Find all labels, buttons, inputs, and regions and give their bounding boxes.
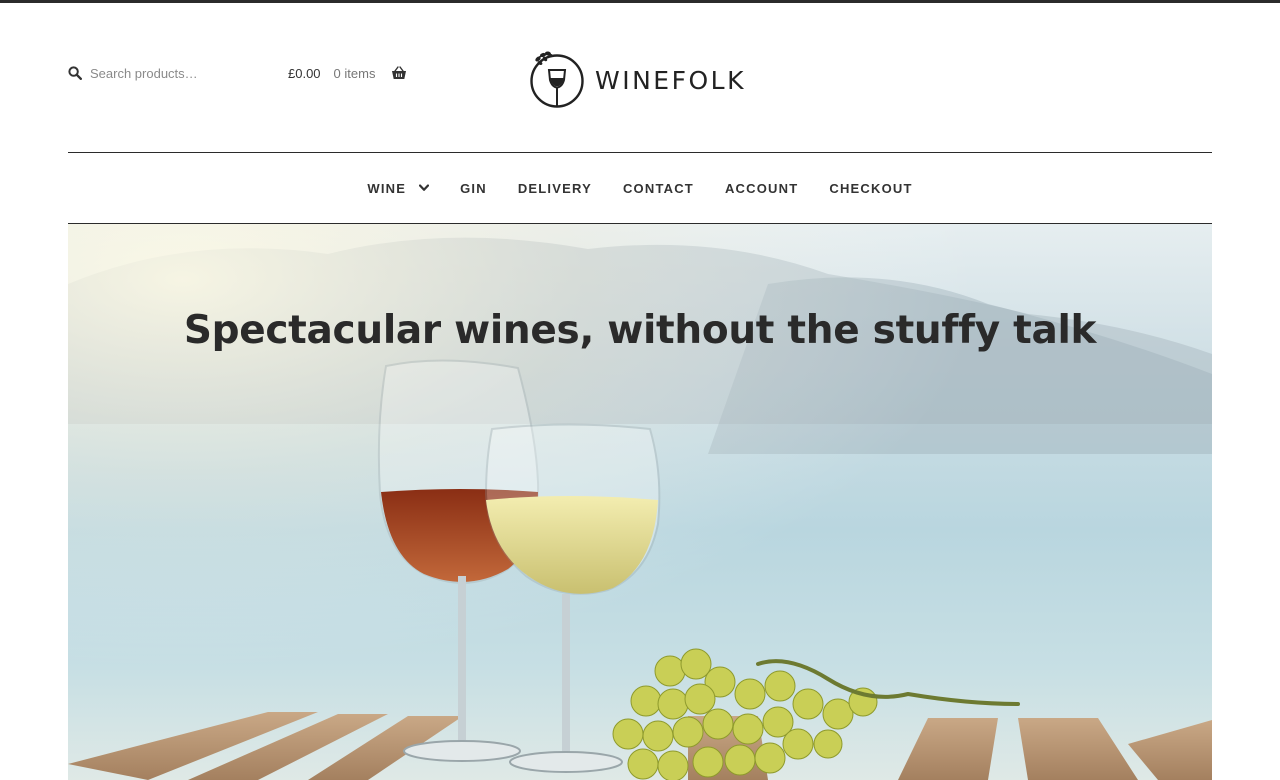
cart-item-count[interactable]: 0 items (334, 66, 376, 81)
nav-item-gin[interactable]: GIN (460, 181, 487, 196)
wine-glass-logo-icon (530, 51, 584, 108)
nav-item-label: ACCOUNT (724, 180, 799, 196)
cart-summary[interactable]: £0.00 0 items (288, 62, 407, 84)
hero-headline: Spectacular wines, without the stuffy ta… (183, 308, 1097, 353)
nav-item-label: DELIVERY (517, 180, 592, 196)
nav-item-checkout[interactable]: CHECKOUT (829, 181, 912, 196)
product-search[interactable] (68, 62, 258, 84)
basket-icon[interactable] (391, 66, 407, 80)
chevron-down-icon[interactable] (419, 184, 430, 192)
search-icon[interactable] (68, 66, 82, 80)
search-input[interactable] (90, 65, 250, 81)
cart-amount[interactable]: £0.00 (288, 66, 321, 81)
top-border (0, 0, 1280, 3)
nav-item-label: CHECKOUT (829, 180, 913, 196)
main-navigation: WINE GIN DELIVERY CONTACT ACCOUNT CHECKO… (68, 152, 1212, 224)
nav-item-label: GIN (460, 180, 487, 196)
nav-item-wine[interactable]: WINE (367, 180, 430, 196)
brand-name: WINEFOLK (595, 65, 746, 95)
site-logo[interactable]: WINEFOLK (528, 49, 746, 109)
nav-item-delivery[interactable]: DELIVERY (518, 181, 592, 196)
nav-item-account[interactable]: ACCOUNT (725, 181, 798, 196)
nav-item-label: WINE (367, 180, 407, 196)
hero-banner: Spectacular wines, without the stuffy ta… (68, 224, 1212, 780)
nav-item-contact[interactable]: CONTACT (623, 181, 694, 196)
nav-item-label: CONTACT (622, 180, 694, 196)
